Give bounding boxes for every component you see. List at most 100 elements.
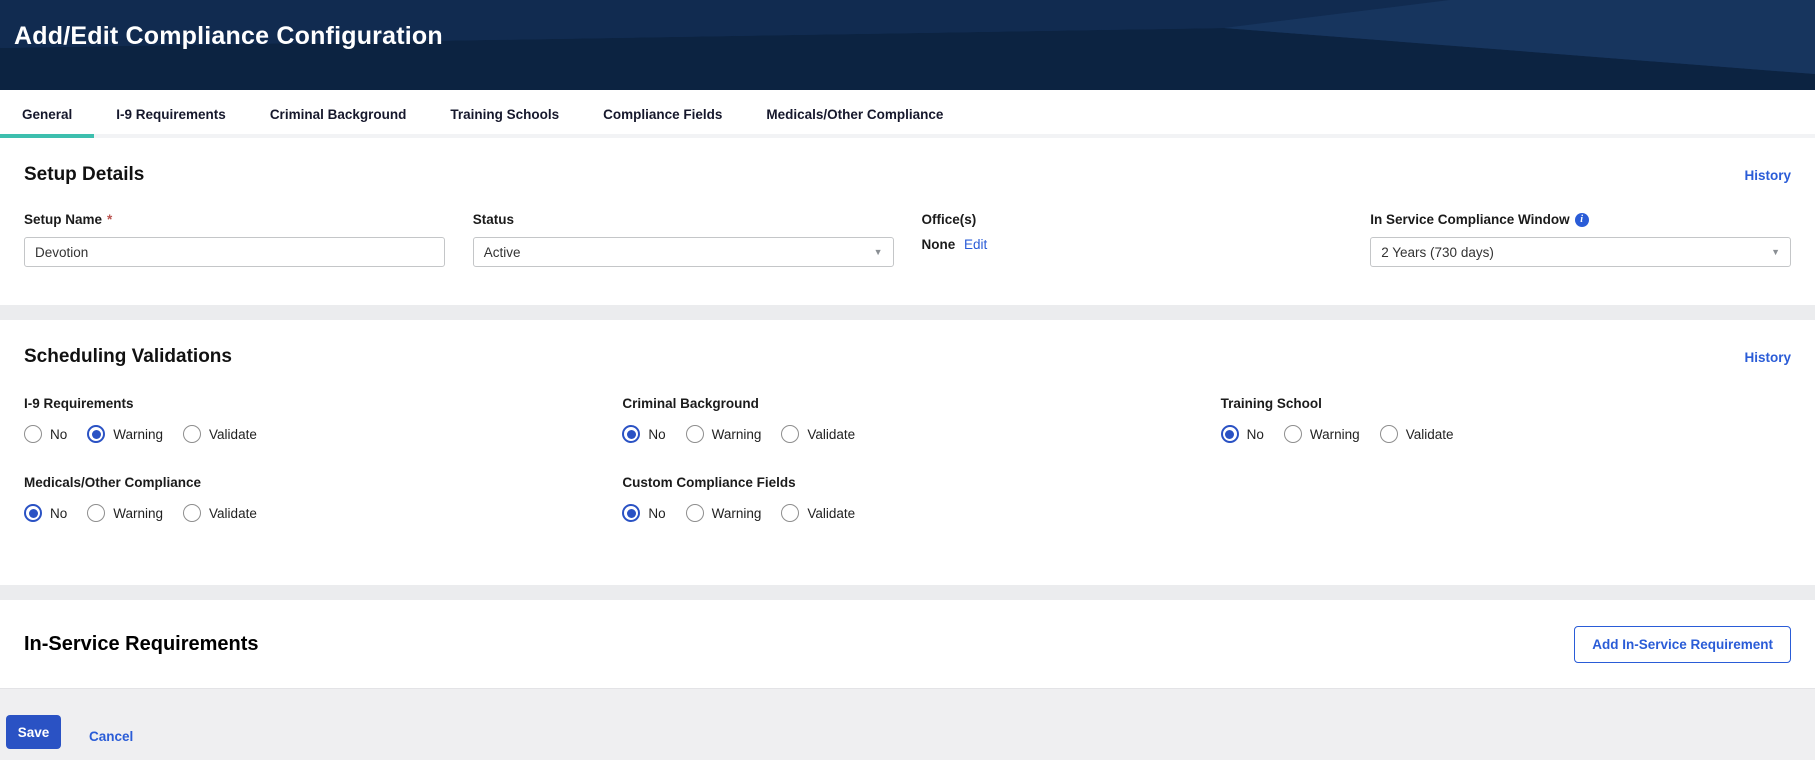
tab-training-schools[interactable]: Training Schools: [428, 90, 581, 138]
radio-selected-icon[interactable]: [87, 425, 105, 443]
tab-general[interactable]: General: [0, 90, 94, 138]
radio-option-warning[interactable]: Warning: [686, 504, 762, 522]
validation-group-label: Medicals/Other Compliance: [24, 475, 594, 490]
chevron-down-icon: ▼: [1771, 247, 1780, 257]
radio-option-label: Validate: [1406, 427, 1454, 442]
radio-dot: [1225, 430, 1234, 439]
radio-unselected-icon[interactable]: [1380, 425, 1398, 443]
setup-details-heading: Setup Details: [24, 164, 144, 186]
radio-option-validate[interactable]: Validate: [183, 425, 257, 443]
radio-option-warning[interactable]: Warning: [87, 425, 163, 443]
info-circle-icon[interactable]: i: [1575, 213, 1589, 227]
add-in-service-requirement-button[interactable]: Add In-Service Requirement: [1574, 626, 1791, 663]
tab-i9-requirements[interactable]: I-9 Requirements: [94, 90, 248, 138]
radio-unselected-icon[interactable]: [1284, 425, 1302, 443]
radio-option-label: Warning: [1310, 427, 1360, 442]
radio-option-label: Validate: [209, 427, 257, 442]
radio-selected-icon[interactable]: [1221, 425, 1239, 443]
offices-field: Office(s) None Edit: [922, 212, 1343, 267]
status-label: Status: [473, 212, 894, 227]
tab-compliance-fields[interactable]: Compliance Fields: [581, 90, 744, 138]
radio-option-label: Validate: [807, 427, 855, 442]
radio-option-label: No: [50, 506, 67, 521]
radio-option-no[interactable]: No: [24, 425, 67, 443]
scheduling-validations-section: Scheduling Validations History I-9 Requi…: [0, 320, 1815, 585]
radio-option-label: Validate: [807, 506, 855, 521]
validation-group: I-9 Requirements No Warning Validate: [24, 396, 594, 443]
tab-bar: General I-9 Requirements Criminal Backgr…: [0, 90, 1815, 138]
radio-option-label: No: [648, 427, 665, 442]
validation-group-options: No Warning Validate: [622, 504, 1192, 522]
radio-dot: [29, 509, 38, 518]
required-asterisk: *: [107, 212, 112, 227]
in-service-requirements-heading: In-Service Requirements: [24, 633, 259, 656]
radio-option-label: Warning: [712, 506, 762, 521]
chevron-down-icon: ▼: [874, 247, 883, 257]
setup-name-input[interactable]: [24, 237, 445, 267]
radio-unselected-icon[interactable]: [183, 504, 201, 522]
radio-unselected-icon[interactable]: [686, 425, 704, 443]
radio-unselected-icon[interactable]: [183, 425, 201, 443]
radio-unselected-icon[interactable]: [24, 425, 42, 443]
page-header: Add/Edit Compliance Configuration: [0, 0, 1815, 90]
in-service-requirements-section: In-Service Requirements Add In-Service R…: [0, 600, 1815, 688]
section-divider: [0, 585, 1815, 600]
section-divider: [0, 305, 1815, 320]
in-service-window-field: In Service Compliance Window i 2 Years (…: [1370, 212, 1791, 267]
radio-option-no[interactable]: No: [622, 504, 665, 522]
radio-unselected-icon[interactable]: [781, 504, 799, 522]
tab-criminal-background[interactable]: Criminal Background: [248, 90, 429, 138]
radio-unselected-icon[interactable]: [781, 425, 799, 443]
radio-selected-icon[interactable]: [622, 425, 640, 443]
validation-group: Custom Compliance Fields NoWarningValida…: [622, 475, 1192, 522]
validation-group-label: Training School: [1221, 396, 1791, 411]
radio-unselected-icon[interactable]: [87, 504, 105, 522]
radio-option-warning[interactable]: Warning: [686, 425, 762, 443]
offices-edit-link[interactable]: Edit: [964, 237, 987, 252]
status-field: Status Active ▼: [473, 212, 894, 267]
radio-option-no[interactable]: No: [1221, 425, 1264, 443]
status-select[interactable]: Active ▼: [473, 237, 894, 267]
radio-option-validate[interactable]: Validate: [183, 504, 257, 522]
radio-option-label: No: [648, 506, 665, 521]
footer-actions: Save Cancel: [0, 688, 1815, 760]
scheduling-validations-history-link[interactable]: History: [1744, 350, 1791, 365]
validation-group-options: No Warning Validate: [24, 425, 594, 443]
validation-group-label: I-9 Requirements: [24, 396, 594, 411]
setup-name-label-text: Setup Name: [24, 212, 102, 227]
radio-option-warning[interactable]: Warning: [1284, 425, 1360, 443]
radio-option-validate[interactable]: Validate: [781, 504, 855, 522]
radio-unselected-icon[interactable]: [686, 504, 704, 522]
radio-option-no[interactable]: No: [622, 425, 665, 443]
save-button[interactable]: Save: [6, 715, 61, 749]
radio-dot: [92, 430, 101, 439]
setup-name-field: Setup Name *: [24, 212, 445, 267]
status-select-value: Active: [484, 245, 521, 260]
radio-option-warning[interactable]: Warning: [87, 504, 163, 522]
radio-option-label: Warning: [712, 427, 762, 442]
setup-details-history-link[interactable]: History: [1744, 168, 1791, 183]
cancel-button[interactable]: Cancel: [89, 729, 133, 744]
radio-option-no[interactable]: No: [24, 504, 67, 522]
in-service-window-label-text: In Service Compliance Window: [1370, 212, 1569, 227]
validation-group: Medicals/Other Compliance No Warning Valid…: [24, 475, 594, 522]
radio-dot: [627, 509, 636, 518]
validation-group: Training School No Warning Validate: [1221, 396, 1791, 443]
offices-label: Office(s): [922, 212, 1343, 227]
radio-option-validate[interactable]: Validate: [1380, 425, 1454, 443]
radio-selected-icon[interactable]: [24, 504, 42, 522]
validation-group-options: No Warning Validate: [24, 504, 594, 522]
radio-option-validate[interactable]: Validate: [781, 425, 855, 443]
radio-selected-icon[interactable]: [622, 504, 640, 522]
in-service-window-select-value: 2 Years (730 days): [1381, 245, 1494, 260]
validation-group-options: No Warning Validate: [1221, 425, 1791, 443]
in-service-window-select[interactable]: 2 Years (730 days) ▼: [1370, 237, 1791, 267]
radio-dot: [627, 430, 636, 439]
tab-medicals-other-compliance[interactable]: Medicals/Other Compliance: [744, 90, 965, 138]
radio-option-label: Warning: [113, 427, 163, 442]
validation-group-label: Criminal Background: [622, 396, 1192, 411]
validation-group: Criminal Background No Warning Validate: [622, 396, 1192, 443]
radio-option-label: No: [50, 427, 67, 442]
scheduling-validations-heading: Scheduling Validations: [24, 346, 232, 368]
radio-option-label: Warning: [113, 506, 163, 521]
